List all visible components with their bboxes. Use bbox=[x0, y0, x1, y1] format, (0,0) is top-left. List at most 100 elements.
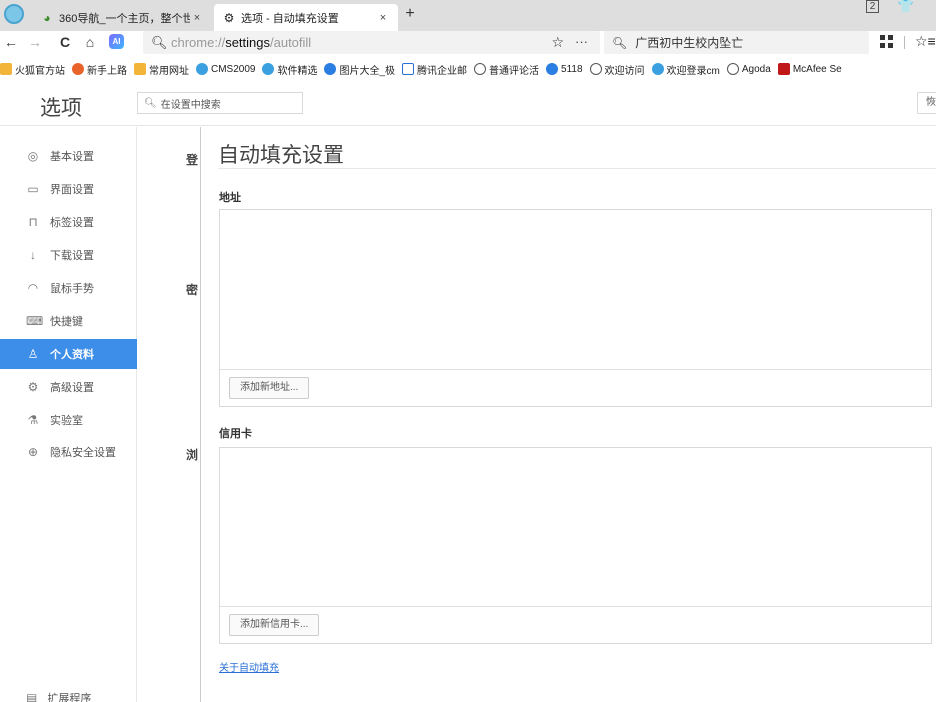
new-tab-button[interactable]: + bbox=[401, 5, 419, 23]
sidebar-item-label: 扩展程序 bbox=[47, 693, 92, 702]
folder-icon bbox=[0, 63, 12, 75]
mouse-icon: ◠ bbox=[27, 281, 39, 295]
settings-search-input[interactable]: 🔍︎ 在设置中搜索 bbox=[137, 92, 303, 114]
fox-icon bbox=[72, 63, 84, 75]
tab-autofill-settings[interactable]: ⚙ 选项 - 自动填充设置 × bbox=[214, 4, 398, 31]
bookmark-item[interactable]: 腾讯企业邮 bbox=[402, 62, 467, 77]
credit-card-section-label: 信用卡 bbox=[219, 428, 252, 440]
url-path: /autofill bbox=[270, 35, 312, 50]
bookmark-item[interactable]: 普通评论活 bbox=[474, 62, 539, 77]
bookmark-label: 软件精选 bbox=[277, 65, 318, 77]
sidebar-item-5[interactable]: ⌨ 快捷键 bbox=[0, 306, 137, 336]
autofill-settings-panel: 自动填充设置 地址 添加新地址... 信用卡 添加新信用卡... 关于自动填充 bbox=[200, 127, 936, 702]
sidebar-item-extensions[interactable]: ▤ 扩展程序 bbox=[26, 690, 91, 702]
blue-icon bbox=[324, 63, 337, 75]
bookmark-item[interactable]: 火狐官方站 bbox=[0, 62, 65, 77]
shield-icon: ⊕ bbox=[27, 445, 39, 459]
bookmark-item[interactable]: CMS2009 bbox=[196, 63, 255, 75]
download-icon: ↓ bbox=[30, 248, 36, 262]
panel-title: 自动填充设置 bbox=[218, 143, 344, 167]
about-autofill-link[interactable]: 关于自动填充 bbox=[219, 659, 279, 674]
sidebar-item-label: 高级设置 bbox=[50, 382, 94, 394]
sidebar-item-label: 隐私安全设置 bbox=[50, 447, 116, 459]
bookmark-item[interactable]: Agoda bbox=[726, 63, 771, 75]
settings-header: 选项 🔍︎ 在设置中搜索 恢复 bbox=[0, 82, 936, 126]
window-count-badge[interactable]: 2 bbox=[866, 0, 879, 13]
forward-button[interactable]: → bbox=[26, 33, 44, 51]
bookmark-item[interactable]: 常用网址 bbox=[134, 62, 189, 77]
url-host: settings bbox=[225, 35, 270, 50]
apps-grid-icon[interactable] bbox=[880, 35, 894, 49]
section-label-browse: 浏 bbox=[186, 448, 199, 462]
bookmark-item[interactable]: 欢迎登录cm bbox=[651, 62, 720, 77]
bookmark-label: 欢迎访问 bbox=[604, 65, 645, 77]
search-placeholder: 在设置中搜索 bbox=[160, 99, 221, 111]
close-icon[interactable]: × bbox=[376, 12, 390, 24]
user-icon: ♙ bbox=[27, 347, 39, 361]
toolbar-divider bbox=[904, 36, 905, 49]
back-button[interactable]: ← bbox=[2, 33, 20, 51]
bookmark-label: McAfee Se bbox=[792, 63, 842, 75]
gear-icon: ⚙ bbox=[223, 10, 235, 25]
tq-icon bbox=[402, 63, 415, 75]
globe-icon bbox=[726, 63, 739, 75]
sidebar-item-9[interactable]: ⊕ 隐私安全设置 bbox=[0, 437, 137, 467]
address-bar[interactable]: 🔍︎ chrome://settings/autofill ☆ ··· bbox=[143, 31, 600, 54]
reload-button[interactable]: C bbox=[56, 33, 74, 51]
bookmark-item[interactable]: 软件精选 bbox=[262, 62, 317, 77]
sidebar-item-7[interactable]: ⚙ 高级设置 bbox=[0, 372, 137, 402]
search-value: 广西初中生校内坠亡 bbox=[635, 36, 744, 50]
sidebar-item-1[interactable]: ▭ 界面设置 bbox=[0, 174, 137, 204]
add-credit-card-button[interactable]: 添加新信用卡... bbox=[229, 614, 320, 636]
settings-circle-icon: ◎ bbox=[27, 149, 39, 163]
folder-icon bbox=[134, 63, 146, 75]
bookmark-label: 普通评论活 bbox=[489, 65, 540, 77]
sidebar-item-6[interactable]: ♙ 个人资料 bbox=[0, 339, 143, 369]
360-globe-icon: ◕ bbox=[43, 10, 51, 25]
sidebar-item-0[interactable]: ◎ 基本设置 bbox=[0, 141, 137, 171]
sidebar-item-4[interactable]: ◠ 鼠标手势 bbox=[0, 273, 137, 303]
mcafee-icon bbox=[777, 63, 790, 75]
sidebar-item-label: 快捷键 bbox=[50, 316, 83, 328]
bookmark-item[interactable]: 5118 bbox=[546, 63, 583, 75]
favorites-icon[interactable]: ☆≡ bbox=[915, 33, 936, 50]
tab-icon: ⊓ bbox=[28, 215, 38, 229]
bookmark-label: Agoda bbox=[741, 63, 771, 75]
home-button[interactable]: ⌂ bbox=[81, 33, 99, 51]
bookmark-item[interactable]: 新手上路 bbox=[72, 62, 127, 77]
address-list[interactable]: 添加新地址... bbox=[219, 209, 932, 407]
bookmark-item[interactable]: 图片大全_极 bbox=[324, 62, 395, 77]
section-label-login: 登 bbox=[186, 153, 199, 167]
extensions-icon: ▤ bbox=[26, 691, 38, 702]
sidebar-item-2[interactable]: ⊓ 标签设置 bbox=[0, 207, 137, 237]
add-address-button[interactable]: 添加新地址... bbox=[229, 377, 310, 399]
tab-360-nav[interactable]: ◕ 360导航_一个主页，整个世界 × bbox=[32, 4, 212, 31]
title-divider bbox=[218, 168, 936, 169]
tab-label: 选项 - 自动填充设置 bbox=[241, 12, 339, 25]
bookmarks-bar: 火狐官方站 新手上路 常用网址 CMS2009 软件精选 图片大全_极 腾讯企业邮 普通评论活… bbox=[0, 60, 936, 78]
credit-card-list[interactable]: 添加新信用卡... bbox=[219, 447, 932, 644]
globe-icon bbox=[589, 63, 602, 75]
sidebar-item-label: 鼠标手势 bbox=[50, 283, 94, 295]
restore-defaults-button[interactable]: 恢复 bbox=[917, 92, 936, 114]
sidebar-item-3[interactable]: ↓ 下载设置 bbox=[0, 240, 137, 270]
bookmark-item[interactable]: McAfee Se bbox=[777, 63, 842, 75]
bird-icon bbox=[651, 63, 664, 75]
bookmark-star-icon[interactable]: ☆ bbox=[551, 34, 564, 51]
more-icon[interactable]: ··· bbox=[575, 34, 588, 49]
bird-icon bbox=[262, 63, 275, 75]
sidebar-item-label: 个人资料 bbox=[50, 349, 94, 361]
browser-logo-icon[interactable] bbox=[4, 4, 24, 24]
sidebar-item-label: 界面设置 bbox=[50, 184, 94, 196]
sidebar-item-label: 实验室 bbox=[50, 415, 83, 427]
search-input[interactable]: 🔍︎ 广西初中生校内坠亡 bbox=[604, 31, 869, 54]
close-icon[interactable]: × bbox=[190, 12, 204, 24]
bird-icon bbox=[196, 63, 208, 75]
bookmark-label: 图片大全_极 bbox=[339, 65, 396, 77]
bookmark-label: 欢迎登录cm bbox=[666, 65, 720, 77]
skin-icon[interactable]: 👕 bbox=[894, 0, 918, 12]
address-list-footer: 添加新地址... bbox=[220, 369, 931, 406]
sidebar-item-8[interactable]: ⚗ 实验室 bbox=[0, 405, 137, 435]
ai-assistant-icon[interactable]: AI bbox=[109, 34, 124, 49]
bookmark-item[interactable]: 欢迎访问 bbox=[589, 62, 645, 77]
